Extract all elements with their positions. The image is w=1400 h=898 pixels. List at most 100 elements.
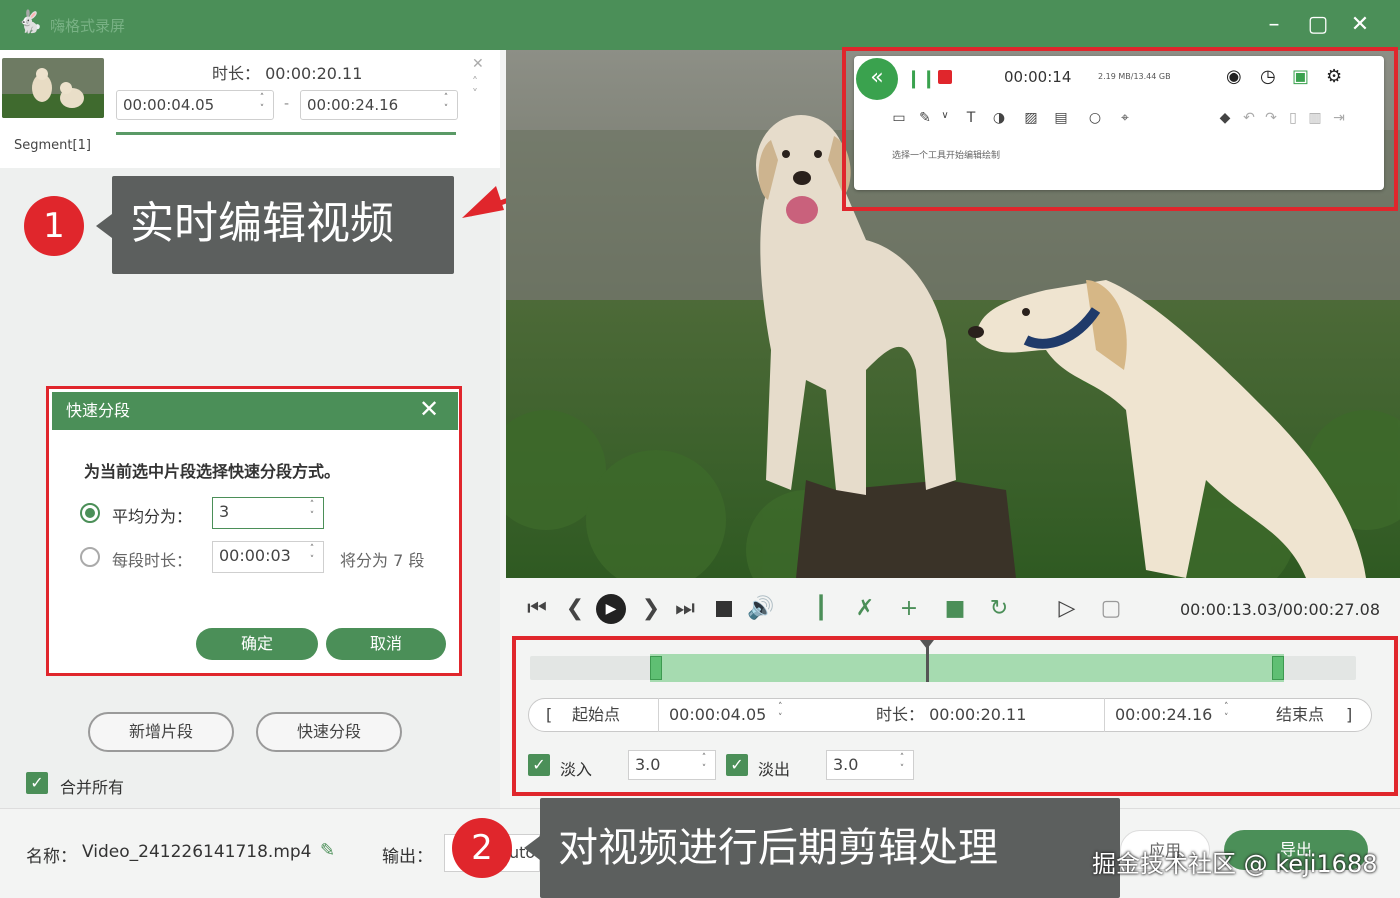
image-tool-icon[interactable]: ▨ bbox=[1020, 110, 1042, 126]
chevron-down-icon[interactable]: ∨ bbox=[934, 110, 956, 121]
time-display: 00:00:13.03/00:00:27.08 bbox=[1180, 600, 1380, 619]
range-separator: - bbox=[284, 96, 290, 112]
timeline-start-handle[interactable] bbox=[650, 656, 662, 680]
next-frame-icon[interactable]: ❯ bbox=[636, 594, 666, 624]
record-time: 00:00:14 bbox=[1004, 68, 1072, 86]
toolbox-icon[interactable]: ▣ bbox=[1292, 66, 1309, 87]
record-size: 2.19 MB/13.44 GB bbox=[1098, 72, 1171, 81]
add-icon[interactable]: + bbox=[894, 594, 924, 624]
split-icon[interactable]: ┃ bbox=[806, 594, 836, 624]
callout-number-2: 2 bbox=[452, 818, 512, 878]
radio-even-split[interactable] bbox=[80, 503, 100, 523]
camera-icon[interactable]: ◉ bbox=[1226, 66, 1242, 87]
settings-icon[interactable]: ⚙ bbox=[1326, 66, 1342, 87]
delete-icon[interactable]: ✗ bbox=[850, 594, 880, 624]
start-value-field[interactable]: 00:00:04.05 bbox=[658, 698, 796, 732]
segment-start-field[interactable]: 00:00:04.05 ˄ ˅ bbox=[116, 90, 274, 120]
comment-tool-icon[interactable]: ▤ bbox=[1050, 110, 1072, 126]
fade-in-label: 淡入 bbox=[560, 760, 593, 779]
dialog-close-icon[interactable]: ✕ bbox=[414, 394, 444, 424]
exit-tool-icon[interactable]: ⇥ bbox=[1328, 110, 1350, 126]
per-duration-label: 每段时长： bbox=[112, 551, 193, 570]
even-split-input[interactable]: 3 ˄ ˅ bbox=[212, 497, 324, 529]
copy-icon[interactable]: ■ bbox=[940, 594, 970, 624]
fade-out-label: 淡出 bbox=[758, 760, 791, 779]
fade-in-checkbox[interactable]: ✓ bbox=[528, 754, 550, 776]
add-segment-button[interactable]: 新增片段 bbox=[88, 712, 234, 752]
app-logo-icon: 🐇 bbox=[16, 10, 44, 35]
stepper-icon[interactable]: ˄ ˅ bbox=[257, 93, 267, 115]
maximize-icon[interactable]: ▢ bbox=[1304, 12, 1332, 38]
output-label: 输出： bbox=[382, 847, 433, 867]
pen-tool-icon[interactable]: ✎ bbox=[914, 110, 936, 126]
watermark: 掘金技术社区 @ keji1688 bbox=[1092, 850, 1378, 878]
redo-icon[interactable]: ↷ bbox=[1260, 110, 1282, 126]
dialog-title: 快速分段 bbox=[52, 392, 458, 430]
end-value-field[interactable]: 00:00:24.16 bbox=[1104, 698, 1244, 732]
per-duration-input[interactable]: 00:00:03 ˄ ˅ bbox=[212, 541, 324, 573]
playhead-marker-icon[interactable] bbox=[920, 640, 934, 649]
stepper-icon[interactable]: ˄ ˅ bbox=[778, 702, 783, 724]
radio-per-duration[interactable] bbox=[80, 547, 100, 567]
callout-number-1: 1 bbox=[24, 196, 84, 256]
stop-record-icon[interactable] bbox=[938, 70, 952, 84]
fade-in-input[interactable]: 3.0 ˄ ˅ bbox=[628, 750, 716, 780]
trash-tool-icon[interactable]: ▥ bbox=[1304, 110, 1326, 126]
rectangle-tool-icon[interactable]: ▭ bbox=[888, 110, 910, 126]
spotlight-tool-icon[interactable]: ⌖ bbox=[1114, 110, 1136, 126]
callout-2: 对视频进行后期剪辑处理 bbox=[540, 798, 1120, 898]
playhead[interactable] bbox=[926, 646, 929, 682]
start-bracket: [ bbox=[546, 705, 553, 724]
stepper-icon[interactable]: ˄ ˅ bbox=[307, 500, 317, 522]
callout-pointer bbox=[96, 214, 112, 238]
minimize-icon[interactable]: – bbox=[1260, 12, 1288, 38]
text-tool-icon[interactable]: T bbox=[960, 110, 982, 126]
undo-icon[interactable]: ↶ bbox=[1238, 110, 1260, 126]
start-point-button[interactable]: 起始点 bbox=[572, 698, 620, 732]
rotate-icon[interactable]: ↻ bbox=[984, 594, 1014, 624]
stepper-icon[interactable]: ˄ ˅ bbox=[441, 93, 451, 115]
play-selection-icon[interactable]: ▷ bbox=[1052, 594, 1082, 624]
recorder-hint: 选择一个工具开始编辑绘制 bbox=[892, 151, 1001, 161]
range-duration: 时长： 00:00:20.11 bbox=[876, 705, 1027, 724]
clear-icon[interactable]: ▯ bbox=[1282, 110, 1304, 126]
merge-all-checkbox[interactable]: ✓ bbox=[26, 772, 48, 794]
segment-close-icon[interactable]: ✕ bbox=[472, 56, 484, 72]
zoom-tool-icon[interactable]: ○ bbox=[1084, 110, 1106, 126]
play-icon[interactable]: ▶ bbox=[596, 594, 626, 624]
fit-icon[interactable]: ▢ bbox=[1096, 594, 1126, 624]
prev-frame-icon[interactable]: ❮ bbox=[560, 594, 590, 624]
stop-icon[interactable] bbox=[716, 601, 732, 617]
eraser-icon[interactable]: ◆ bbox=[1214, 110, 1236, 126]
end-bracket: ] bbox=[1346, 705, 1353, 724]
merge-all-label: 合并所有 bbox=[60, 778, 125, 797]
collapse-icon[interactable]: « bbox=[856, 58, 898, 100]
fade-out-checkbox[interactable]: ✓ bbox=[726, 754, 748, 776]
close-icon[interactable]: ✕ bbox=[1346, 12, 1374, 38]
segment-duration: 时长： 00:00:20.11 bbox=[212, 64, 363, 83]
end-point-button[interactable]: 结束点 bbox=[1276, 698, 1324, 732]
fade-out-input[interactable]: 3.0 ˄ ˅ bbox=[826, 750, 914, 780]
pencil-icon[interactable]: ✎ bbox=[320, 840, 335, 861]
even-split-label: 平均分为： bbox=[112, 507, 193, 526]
stepper-icon[interactable]: ˄ ˅ bbox=[699, 753, 709, 775]
dialog-ok-button[interactable]: 确定 bbox=[196, 628, 318, 660]
segment-thumbnail[interactable] bbox=[2, 58, 104, 118]
stepper-icon[interactable]: ˄ ˅ bbox=[1224, 702, 1229, 724]
stepper-icon[interactable]: ˄ ˅ bbox=[307, 544, 317, 566]
dialog-cancel-button[interactable]: 取消 bbox=[326, 628, 446, 660]
quick-split-button[interactable]: 快速分段 bbox=[256, 712, 402, 752]
segment-end-field[interactable]: 00:00:24.16 ˄ ˅ bbox=[300, 90, 458, 120]
timeline-selection[interactable] bbox=[650, 654, 1284, 682]
timer-icon[interactable]: ◷ bbox=[1260, 66, 1276, 87]
mosaic-tool-icon[interactable]: ◑ bbox=[988, 110, 1010, 126]
per-duration-result: 将分为 7 段 bbox=[340, 551, 425, 570]
skip-end-icon[interactable]: ⏭ bbox=[670, 594, 700, 624]
timeline-end-handle[interactable] bbox=[1272, 656, 1284, 680]
volume-icon[interactable]: 🔊 bbox=[746, 594, 776, 624]
segment-label: Segment[1] bbox=[14, 138, 91, 153]
pause-icon[interactable]: ❙❙ bbox=[906, 68, 936, 89]
skip-start-icon[interactable]: ⏮ bbox=[522, 594, 552, 624]
stepper-icon[interactable]: ˄ ˅ bbox=[897, 753, 907, 775]
name-label: 名称： bbox=[26, 847, 77, 867]
